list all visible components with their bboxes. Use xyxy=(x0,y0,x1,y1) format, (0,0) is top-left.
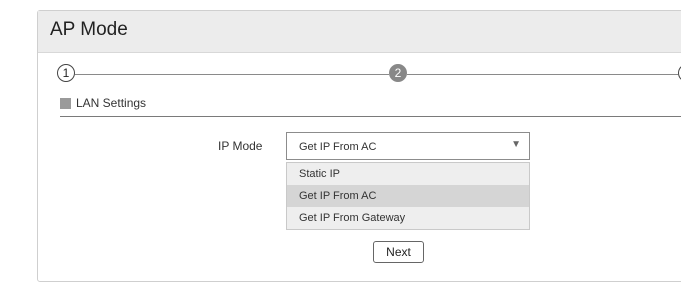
step-1-indicator: 1 xyxy=(57,64,75,82)
square-icon xyxy=(60,98,71,109)
section-title: LAN Settings xyxy=(76,96,147,110)
step-connector xyxy=(407,74,678,75)
caret-down-icon[interactable]: ▼ xyxy=(511,139,521,150)
ip-mode-select[interactable]: Get IP From AC ▼ xyxy=(286,132,530,160)
page-title: AP Mode xyxy=(50,19,128,40)
step-connector xyxy=(75,74,389,75)
ip-mode-dropdown-list: Static IP Get IP From AC Get IP From Gat… xyxy=(286,162,530,230)
panel-header: AP Mode xyxy=(38,11,681,53)
option-get-ip-from-ac[interactable]: Get IP From AC xyxy=(287,185,529,207)
ip-mode-selected-value: Get IP From AC xyxy=(299,141,377,153)
ap-mode-panel: AP Mode 1 2 LAN Settings IP Mode Get IP … xyxy=(37,10,681,282)
next-button[interactable]: Next xyxy=(373,241,424,263)
step-2-indicator: 2 xyxy=(389,64,407,82)
wizard-stepper: 1 2 xyxy=(38,63,681,87)
section-header: LAN Settings xyxy=(60,96,681,117)
option-get-ip-from-gateway[interactable]: Get IP From Gateway xyxy=(287,207,529,229)
option-static-ip[interactable]: Static IP xyxy=(287,163,529,185)
ip-mode-label: IP Mode xyxy=(218,139,263,153)
